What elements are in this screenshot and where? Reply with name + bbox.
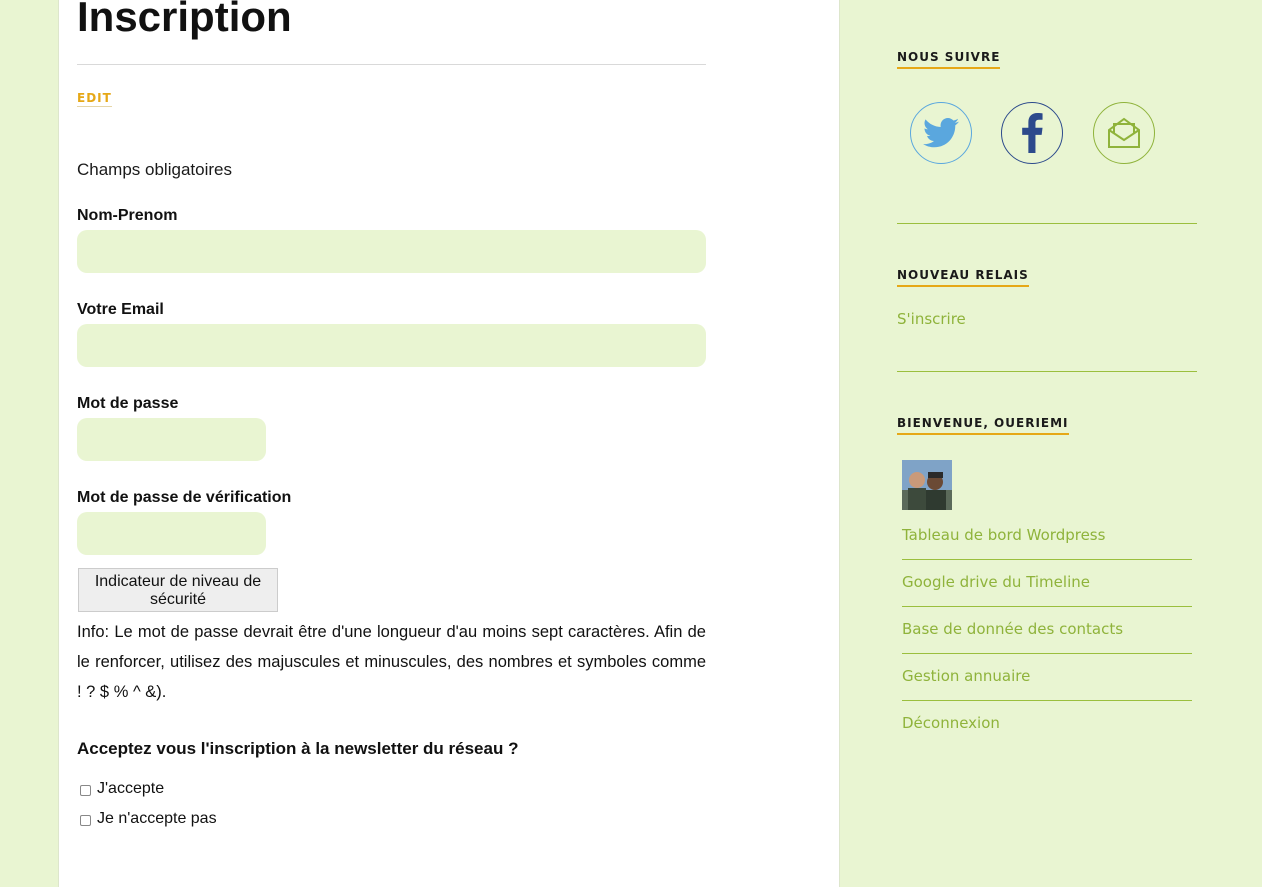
email-label: Votre Email (77, 301, 164, 318)
menu-item-google-drive[interactable]: Google drive du Timeline (902, 573, 1192, 591)
facebook-icon (1022, 113, 1043, 153)
decline-label: Je n'accepte pas (97, 810, 217, 827)
menu-divider (902, 606, 1192, 607)
welcome-widget-title: BIENVENUE, OUERIEMI (897, 416, 1069, 435)
password-input[interactable] (77, 418, 266, 461)
edit-link[interactable]: EDIT (77, 91, 112, 107)
newsletter-question: Acceptez vous l'inscription à la newslet… (77, 739, 519, 758)
menu-item-contacts-database[interactable]: Base de donnée des contacts (902, 620, 1192, 638)
password-confirm-input[interactable] (77, 512, 266, 555)
avatar[interactable] (902, 460, 952, 510)
menu-divider (902, 653, 1192, 654)
accept-label: J'accepte (97, 780, 165, 797)
mail-icon (1108, 117, 1140, 148)
password-hint: Info: Le mot de passe devrait être d'une… (77, 623, 706, 701)
relay-widget-title: NOUVEAU RELAIS (897, 268, 1029, 287)
page-title: Inscription (77, 0, 292, 40)
register-link[interactable]: S'inscrire (897, 310, 966, 328)
title-divider (77, 64, 706, 65)
menu-divider (902, 700, 1192, 701)
follow-widget-title: NOUS SUIVRE (897, 50, 1001, 69)
sidebar-divider (897, 371, 1197, 372)
accept-option[interactable]: J'accepte (80, 780, 164, 798)
password-confirm-label: Mot de passe de vérification (77, 489, 292, 506)
password-strength-indicator: Indicateur de niveau de sécurité (78, 568, 278, 612)
menu-item-logout[interactable]: Déconnexion (902, 714, 1192, 732)
email-input[interactable] (77, 324, 706, 367)
password-label: Mot de passe (77, 395, 179, 412)
twitter-link[interactable] (910, 102, 972, 164)
name-input[interactable] (77, 230, 706, 273)
sidebar-divider (897, 223, 1197, 224)
menu-item-wordpress-dashboard[interactable]: Tableau de bord Wordpress (902, 526, 1192, 544)
name-label: Nom-Prenom (77, 207, 178, 224)
decline-checkbox[interactable] (80, 814, 91, 826)
accept-checkbox[interactable] (80, 784, 91, 796)
menu-item-directory-management[interactable]: Gestion annuaire (902, 667, 1192, 685)
decline-option[interactable]: Je n'accepte pas (80, 810, 217, 828)
twitter-icon (923, 118, 959, 148)
facebook-link[interactable] (1001, 102, 1063, 164)
menu-divider (902, 559, 1192, 560)
email-link[interactable] (1093, 102, 1155, 164)
required-fields-note: Champs obligatoires (77, 160, 232, 179)
